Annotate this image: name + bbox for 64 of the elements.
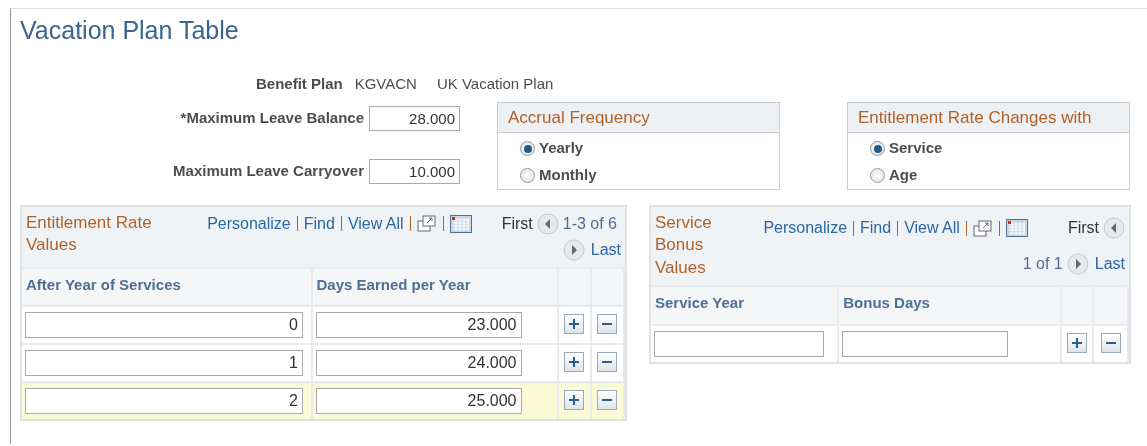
radio-label: Service — [889, 138, 943, 159]
add-row-button[interactable] — [564, 351, 585, 372]
spreadsheet-icon[interactable] — [449, 214, 472, 233]
radio-label: Yearly — [539, 138, 584, 159]
input-field[interactable]: 2 — [25, 388, 303, 414]
field-label: *Maximum Leave Balance — [180, 107, 364, 128]
input-field[interactable]: 0 — [25, 312, 303, 338]
delete-row-button[interactable] — [597, 389, 618, 410]
radio-button[interactable] — [520, 141, 535, 156]
next-icon[interactable] — [1066, 252, 1089, 275]
radio-button[interactable] — [520, 168, 535, 183]
plus-icon — [568, 393, 581, 406]
radio-label: Age — [889, 165, 918, 186]
input-field[interactable]: 25.000 — [315, 388, 522, 414]
grid-title: Entitlement Rate Values — [26, 211, 153, 257]
column-header: After Year of Services — [26, 275, 181, 293]
field-value: UK Vacation Plan — [436, 74, 554, 94]
column-header: Days Earned per Year — [316, 275, 471, 293]
add-row-button[interactable] — [564, 389, 585, 410]
plus-icon — [1071, 336, 1084, 349]
nav-link[interactable]: Last — [1094, 251, 1125, 276]
spreadsheet-icon[interactable] — [1005, 219, 1028, 238]
input-field[interactable] — [654, 330, 824, 357]
nav-label: First — [501, 213, 533, 234]
group-title: Accrual Frequency — [498, 102, 779, 133]
previous-icon[interactable] — [1103, 217, 1125, 240]
input-field[interactable]: 23.000 — [315, 312, 522, 338]
delete-row-button[interactable] — [1100, 332, 1121, 353]
row-range: 1-3 of 6 — [562, 213, 617, 234]
input-field[interactable]: 1 — [25, 350, 303, 376]
input-field[interactable]: 10.000 — [369, 158, 460, 184]
grid-link[interactable]: View All — [347, 211, 404, 236]
group-title: Entitlement Rate Changes with — [848, 102, 1129, 133]
next-icon[interactable] — [562, 238, 585, 261]
add-row-button[interactable] — [1067, 332, 1088, 353]
radio-label: Monthly — [539, 165, 597, 186]
previous-icon[interactable] — [536, 212, 559, 235]
plus-icon — [568, 355, 581, 368]
delete-row-button[interactable] — [597, 313, 618, 334]
nav-link[interactable]: Last — [590, 237, 621, 262]
grid-link[interactable]: Find — [303, 211, 335, 236]
column-header: Bonus Days — [843, 294, 930, 312]
nav-label: First — [1067, 218, 1099, 239]
grid-title: Service Bonus Values — [655, 211, 713, 280]
popup-icon[interactable] — [416, 215, 437, 232]
input-field[interactable]: 28.000 — [369, 105, 460, 131]
plus-icon — [568, 317, 581, 330]
radio-button[interactable] — [870, 141, 885, 156]
add-row-button[interactable] — [564, 313, 585, 334]
grid-link[interactable]: Personalize — [207, 211, 291, 236]
field-label: Benefit Plan — [256, 74, 343, 94]
column-header: Service Year — [655, 294, 744, 312]
delete-row-button[interactable] — [597, 351, 618, 372]
field-label: Maximum Leave Carryover — [173, 160, 364, 181]
field-value: KGVACN — [354, 74, 417, 94]
page-title: Vacation Plan Table — [20, 15, 240, 45]
input-field[interactable]: 24.000 — [315, 350, 522, 376]
grid-link[interactable]: Find — [860, 216, 892, 241]
input-field[interactable] — [842, 330, 1009, 357]
popup-icon[interactable] — [972, 219, 993, 237]
row-range: 1 of 1 — [1022, 253, 1063, 274]
radio-button[interactable] — [870, 168, 885, 183]
grid-link[interactable]: Personalize — [763, 216, 848, 241]
grid-link[interactable]: View All — [904, 216, 960, 241]
